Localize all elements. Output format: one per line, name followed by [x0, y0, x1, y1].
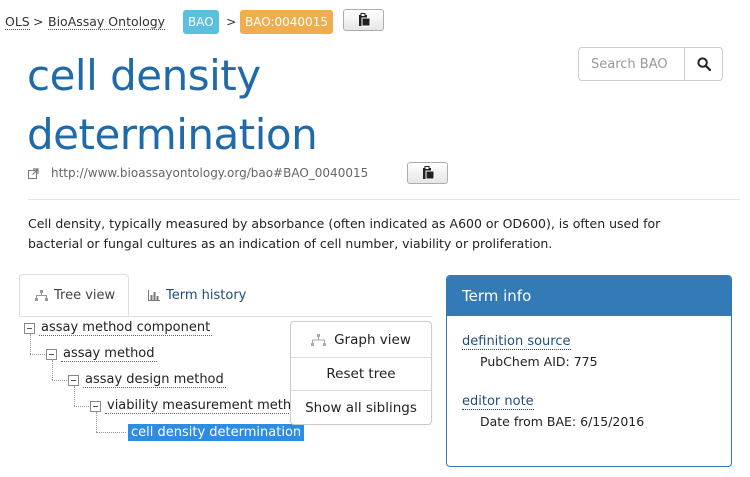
term-iri-link[interactable]: http://www.bioassayontology.org/bao#BAO_…: [51, 166, 368, 180]
info-value-definition-source: PubChem AID: 775: [480, 354, 598, 369]
collapse-icon[interactable]: [90, 400, 101, 412]
tree-node-label[interactable]: assay method component: [39, 320, 213, 336]
collapse-icon[interactable]: [46, 348, 57, 360]
external-link-icon[interactable]: [28, 168, 39, 179]
tree-connector: [52, 380, 67, 381]
page-title-line-2: determination: [27, 110, 318, 159]
search-input[interactable]: [578, 47, 684, 81]
collapse-icon[interactable]: [68, 374, 79, 386]
description-line: bacterial or fungal cultures as an indic…: [28, 236, 553, 251]
reset-tree-label: Reset tree: [326, 366, 396, 382]
info-key-editor-note[interactable]: editor note: [462, 394, 534, 410]
search-icon: [696, 57, 711, 71]
term-description: Cell density, typically measured by abso…: [28, 214, 728, 254]
reset-tree-button[interactable]: Reset tree: [291, 358, 431, 391]
tabs-baseline: [19, 316, 432, 317]
tree-node-assay-method-component[interactable]: assay method component: [24, 318, 213, 338]
tab-term-history[interactable]: Term history: [148, 274, 246, 316]
sitemap-icon: [35, 289, 48, 301]
tree-node-viability-measurement-method[interactable]: viability measurement meth: [90, 396, 294, 416]
breadcrumb-ols-link[interactable]: OLS: [5, 14, 30, 30]
copy-term-id-button[interactable]: [343, 9, 384, 31]
breadcrumb-ontology-link[interactable]: BioAssay Ontology: [48, 14, 166, 30]
description-line: Cell density, typically measured by abso…: [28, 216, 661, 231]
copy-iri-button[interactable]: [407, 162, 448, 184]
term-id-badge[interactable]: BAO:0040015: [240, 10, 333, 34]
tree-node-label-selected[interactable]: cell density determination: [128, 423, 305, 441]
tree-connector: [96, 432, 126, 433]
term-info-heading: Term info: [447, 276, 731, 316]
page-title-line-1: cell density: [27, 51, 261, 100]
info-value-editor-note: Date from BAE: 6/15/2016: [480, 414, 645, 429]
tree-node-label[interactable]: assay method: [61, 346, 157, 362]
term-info-panel: Term info definition source PubChem AID:…: [446, 275, 732, 467]
show-all-siblings-label: Show all siblings: [305, 399, 417, 416]
ontology-badge[interactable]: BAO: [183, 10, 219, 34]
bar-chart-icon: [148, 289, 160, 301]
breadcrumb-separator: >: [33, 14, 44, 29]
tree-connector: [74, 406, 89, 407]
tree-node-label[interactable]: viability measurement meth: [105, 398, 294, 414]
graph-view-button[interactable]: Graph view: [291, 322, 431, 358]
tree-connector: [30, 354, 45, 355]
tab-label: Tree view: [54, 287, 116, 303]
tree-node-label[interactable]: assay design method: [83, 372, 226, 388]
info-key-definition-source[interactable]: definition source: [462, 334, 571, 350]
tab-tree-view[interactable]: Tree view: [19, 274, 129, 316]
header-divider: [28, 199, 740, 200]
search-button[interactable]: [684, 47, 723, 81]
tree-node-cell-density-determination[interactable]: cell density determination: [128, 422, 305, 442]
tree-node-assay-method[interactable]: assay method: [46, 344, 157, 364]
tree-node-assay-design-method[interactable]: assay design method: [68, 370, 226, 390]
show-all-siblings-button[interactable]: Show all siblings: [291, 391, 431, 424]
breadcrumb-separator: >: [226, 14, 237, 29]
sitemap-icon: [311, 333, 327, 346]
graph-view-label: Graph view: [334, 331, 411, 348]
tab-label: Term history: [166, 287, 247, 303]
clipboard-icon: [422, 166, 434, 180]
clipboard-icon: [358, 13, 370, 27]
collapse-icon[interactable]: [24, 322, 35, 334]
tree-options-menu: Graph view Reset tree Show all siblings: [290, 321, 432, 425]
term-info-body: definition source PubChem AID: 775 edito…: [447, 316, 731, 429]
